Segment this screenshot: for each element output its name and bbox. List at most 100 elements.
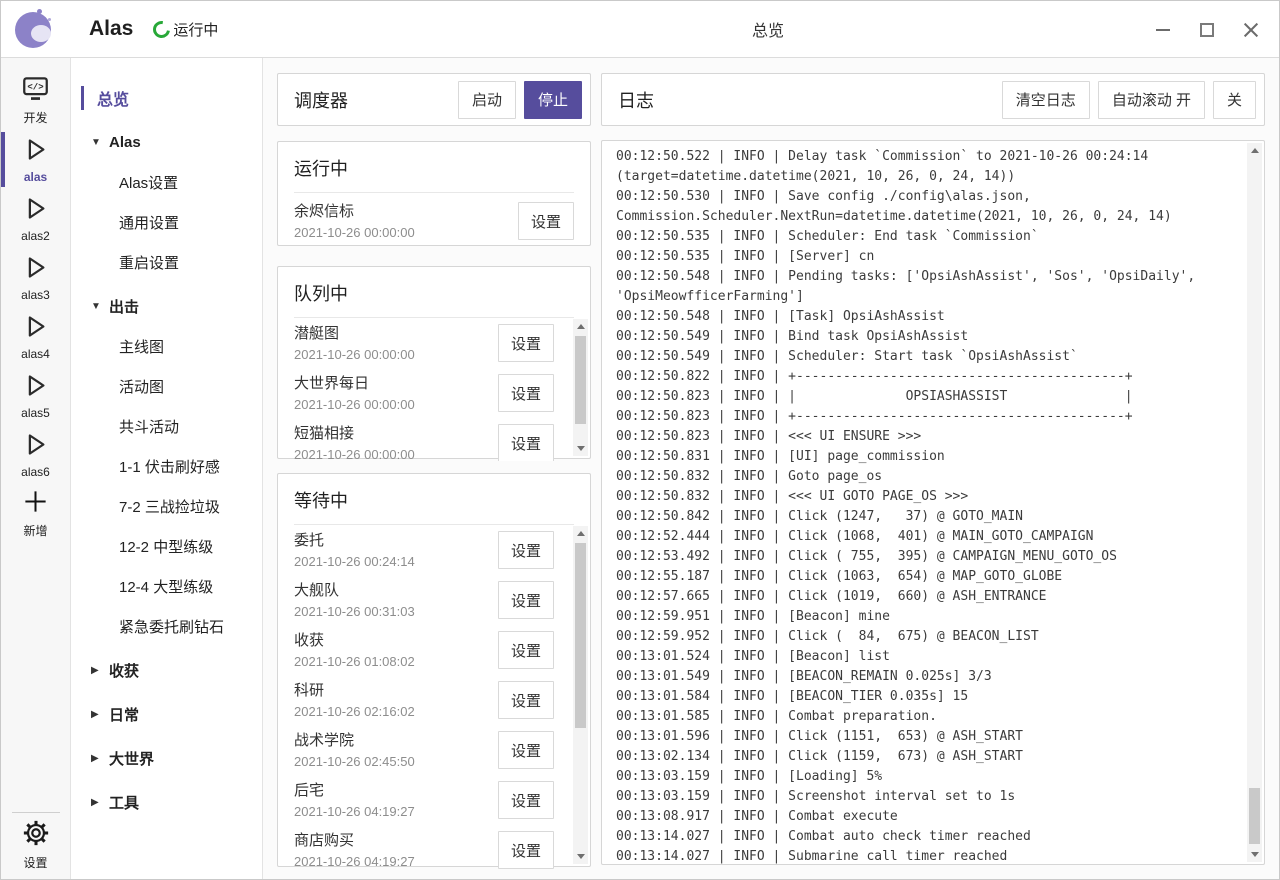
nav-item[interactable]: 12-4 大型练级 [71,566,262,606]
scroll-up-icon[interactable] [573,526,588,541]
scroll-down-icon[interactable] [1247,847,1262,862]
nav-item[interactable]: 主线图 [71,326,262,366]
nav-item[interactable]: 12-2 中型练级 [71,526,262,566]
minimize-icon [1156,29,1170,31]
nav-item[interactable]: 总览 [71,78,262,118]
log-scrollbar[interactable] [1247,143,1262,862]
rail-item-add[interactable]: 新增 [1,484,71,543]
nav-item[interactable]: ▼ 出击 [71,286,262,326]
nav-item[interactable]: Alas设置 [71,162,262,202]
task-next-run-time: 2021-10-26 02:16:02 [294,703,415,721]
rail-item-alas4[interactable]: alas4 [1,307,71,366]
log-line: 00:12:50.530 | INFO | Save config ./conf… [616,187,1240,207]
nav-item[interactable]: ▶ 大世界 [71,738,262,778]
task-row: 大世界每日 2021-10-26 00:00:00 设置 [278,368,590,418]
log-line: 00:13:02.134 | INFO | Click (1159, 673) … [616,747,1240,767]
log-line: 00:12:59.951 | INFO | [Beacon] mine [616,607,1240,627]
log-line: 'OpsiMeowfficerFarming'] [616,287,1240,307]
task-next-run-time: 2021-10-26 00:24:14 [294,553,415,571]
scheduler-column: 调度器 启动 停止 运行中 余烬信标 2021-10-26 00:00:00 [277,73,591,880]
nav-item[interactable]: 紧急委托刷钻石 [71,606,262,646]
task-next-run-time: 2021-10-26 00:00:00 [294,224,415,242]
queued-title: 队列中 [278,267,590,317]
task-name: 潜艇图 [294,323,415,344]
close-button[interactable] [1229,1,1273,58]
task-next-run-time: 2021-10-26 00:00:00 [294,446,415,462]
scheduler-start-button[interactable]: 启动 [458,81,516,119]
minimize-button[interactable] [1141,1,1185,58]
task-settings-button[interactable]: 设置 [498,424,554,461]
rail-item-settings[interactable]: 设置 [1,812,71,871]
nav-item[interactable]: 7-2 三战捡垃圾 [71,486,262,526]
queued-scrollbar[interactable] [573,319,588,456]
task-name: 后宅 [294,780,415,801]
nav-sidebar: 总览 ▼ Alas Alas设置 通用设置 重启设置 ▼ [71,58,263,879]
scroll-down-icon[interactable] [573,849,588,864]
task-settings-button[interactable]: 设置 [498,681,554,719]
clear-log-button[interactable]: 清空日志 [1002,81,1090,119]
log-line: 00:12:50.831 | INFO | [UI] page_commissi… [616,447,1240,467]
nav-item[interactable]: 活动图 [71,366,262,406]
log-line: 00:12:50.832 | INFO | Goto page_os [616,467,1240,487]
rail-item-label: alas3 [21,288,50,302]
play-icon [22,254,49,286]
task-next-run-time: 2021-10-26 01:08:02 [294,653,415,671]
nav-item-label: 12-2 中型练级 [119,536,213,557]
scrollbar-thumb[interactable] [575,336,586,424]
rail-item-dev[interactable]: </> 开发 [1,71,71,130]
task-name: 大世界每日 [294,373,415,394]
scroll-up-icon[interactable] [1247,143,1262,158]
rail-item-label: 新增 [23,522,47,539]
titlebar: Alas 运行中 总览 [1,1,1279,58]
rail-item-label: alas5 [21,406,50,420]
nav-item-label: 主线图 [119,336,164,357]
waiting-panel: 等待中 委托 2021-10-26 00:24:14 设置 [277,473,591,867]
task-settings-button[interactable]: 设置 [518,202,574,240]
task-settings-button[interactable]: 设置 [498,324,554,362]
nav-item-label: 日常 [109,704,139,725]
nav-item[interactable]: 通用设置 [71,202,262,242]
rail-item-label: alas [24,170,47,184]
log-line: 00:13:08.917 | INFO | Combat execute [616,807,1240,827]
task-settings-button[interactable]: 设置 [498,531,554,569]
log-line: Commission.Scheduler.NextRun=datetime.da… [616,207,1240,227]
nav-arrow-icon: ▶ [91,665,109,676]
scroll-down-icon[interactable] [573,441,588,456]
rail-item-alas[interactable]: alas [1,130,71,189]
waiting-scrollbar[interactable] [573,526,588,864]
nav-item[interactable]: ▶ 日常 [71,694,262,734]
waiting-task-list: 委托 2021-10-26 00:24:14 设置 大舰队 2021-10-26… [278,525,590,869]
window-controls [1141,1,1273,58]
task-settings-button[interactable]: 设置 [498,831,554,869]
rail-item-alas2[interactable]: alas2 [1,189,71,248]
scrollbar-thumb[interactable] [1249,788,1260,844]
nav-item[interactable]: ▶ 工具 [71,782,262,822]
scheduler-stop-button[interactable]: 停止 [524,81,582,119]
rail-item-label: alas2 [21,229,50,243]
nav-item[interactable]: 重启设置 [71,242,262,282]
rail-item-label: 开发 [23,109,47,126]
rail-item-alas3[interactable]: alas3 [1,248,71,307]
autoscroll-off-button[interactable]: 关 [1213,81,1256,119]
rail-item-alas6[interactable]: alas6 [1,425,71,484]
scroll-up-icon[interactable] [573,319,588,334]
task-settings-button[interactable]: 设置 [498,631,554,669]
task-row: 科研 2021-10-26 02:16:02 设置 [278,675,590,725]
task-settings-button[interactable]: 设置 [498,781,554,819]
task-settings-button[interactable]: 设置 [498,374,554,412]
scrollbar-thumb[interactable] [575,543,586,728]
nav-item[interactable]: 1-1 伏击刷好感 [71,446,262,486]
running-task-list: 余烬信标 2021-10-26 00:00:00 设置 [278,193,590,249]
log-line: 00:13:14.027 | INFO | Submarine call tim… [616,847,1240,865]
log-panel: 00:12:50.522 | INFO | Delay task `Commis… [601,140,1265,865]
rail-item-alas5[interactable]: alas5 [1,366,71,425]
task-row: 短猫相接 2021-10-26 00:00:00 设置 [278,418,590,461]
autoscroll-on-button[interactable]: 自动滚动 开 [1098,81,1205,119]
task-settings-button[interactable]: 设置 [498,581,554,619]
nav-item[interactable]: 共斗活动 [71,406,262,446]
nav-item[interactable]: ▶ 收获 [71,650,262,690]
app-title: Alas [89,17,133,41]
nav-item[interactable]: ▼ Alas [71,122,262,162]
maximize-button[interactable] [1185,1,1229,58]
task-settings-button[interactable]: 设置 [498,731,554,769]
